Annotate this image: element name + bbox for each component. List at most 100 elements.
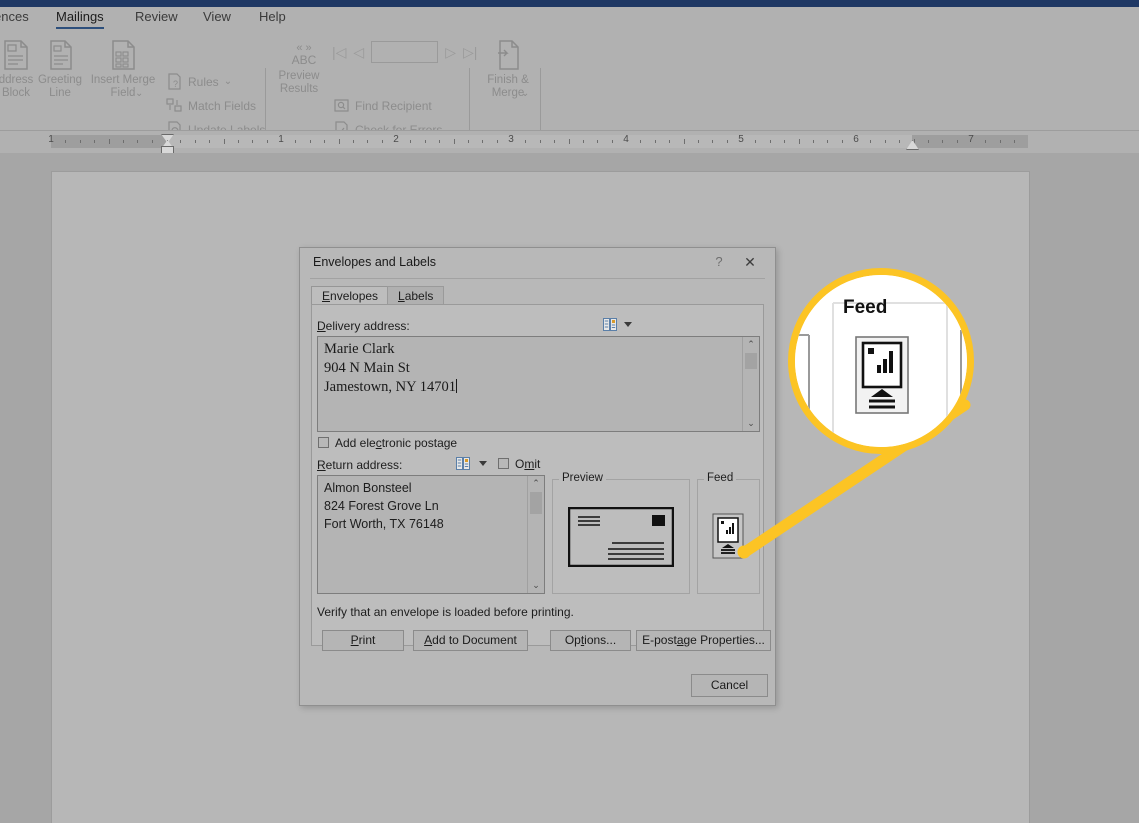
omit-checkbox[interactable] [498, 458, 509, 469]
scroll-down-icon[interactable]: ⌄ [528, 578, 544, 593]
epostage-label-b: ge Properties... [683, 633, 765, 647]
rules-label: Rules [188, 74, 219, 89]
dialog-title: Envelopes and Labels [313, 255, 437, 269]
omit-label: Omit [515, 457, 540, 471]
insert-merge-field-button[interactable]: Insert Merge Field ⌄ [88, 39, 158, 100]
return-scrollbar[interactable]: ⌃ ⌄ [527, 476, 544, 593]
match-fields-button[interactable]: Match Fields [166, 97, 256, 114]
ruler-number: 1 [278, 134, 284, 145]
find-recipient-label: Find Recipient [355, 98, 432, 113]
envelopes-panel: Delivery address: Marie Clark 904 N Main… [311, 305, 771, 651]
magnifier-circle: Feed [788, 268, 974, 454]
return-dropdown-icon[interactable] [479, 461, 487, 466]
chevron-down-icon: ⌄ [223, 76, 233, 87]
ruler-number: 7 [968, 134, 974, 145]
ribbon: ddress Block Greeting Line Insert Merge … [0, 32, 1139, 159]
return-label-rest: eturn address: [325, 458, 403, 472]
scroll-up-icon[interactable]: ⌃ [743, 337, 759, 352]
envelopes-and-labels-dialog: Envelopes and Labels ? ✕ Envelopes Label… [299, 247, 776, 706]
preview-results-label: Preview Results [278, 70, 320, 95]
ruler-number: 4 [623, 134, 629, 145]
preview-group-label: Preview [559, 472, 606, 484]
add-electronic-postage-label: Add electronic postage [335, 436, 457, 450]
app-window: ences Mailings Review View Help ddress [0, 0, 1139, 823]
finish-merge-button[interactable]: Finish & Merge ⌄ [476, 39, 540, 100]
address-block-icon [1, 39, 31, 71]
delivery-accel: D [317, 319, 326, 333]
tab-mailings[interactable]: Mailings [56, 9, 104, 29]
add-to-document-button[interactable]: Add to Document [413, 630, 528, 651]
record-number-input[interactable] [371, 41, 439, 63]
window-title-strip [0, 0, 1139, 7]
tab-envelopes-label: nvelopes [330, 289, 379, 303]
greeting-line-icon [45, 39, 75, 71]
epostage-accel: a [676, 633, 684, 647]
dialog-title-bar[interactable]: Envelopes and Labels ? ✕ [300, 248, 775, 278]
magnifier-callout: Feed [788, 268, 974, 454]
print-label: rint [358, 633, 376, 647]
next-record-icon[interactable]: ▷ [445, 45, 456, 59]
options-label-b: ions... [584, 633, 617, 647]
rules-button[interactable]: ? Rules ⌄ [166, 73, 232, 90]
postage-label-a: Add ele [335, 436, 376, 450]
omit-label-b: it [534, 457, 541, 471]
delivery-scrollbar[interactable]: ⌃ ⌄ [742, 337, 759, 431]
preview-abc-icon: « » ABC [284, 39, 317, 67]
delivery-address-value: Marie Clark 904 N Main St Jamestown, NY … [324, 340, 739, 397]
envelope-preview-image [567, 506, 675, 568]
add-label: dd to Document [432, 633, 517, 647]
scroll-thumb[interactable] [530, 492, 542, 514]
previous-record-icon[interactable]: ◁ [353, 45, 364, 59]
magnified-feed-label: Feed [843, 297, 888, 318]
close-icon[interactable]: ✕ [741, 253, 759, 271]
options-label-a: Op [564, 633, 581, 647]
return-address-input[interactable]: Almon Bonsteel 824 Forest Grove Ln Fort … [317, 475, 545, 594]
tab-review[interactable]: Review [135, 9, 178, 24]
tab-envelopes-accel: E [322, 289, 331, 303]
tab-view[interactable]: View [203, 9, 231, 24]
dialog-title-divider [310, 278, 765, 279]
horizontal-ruler[interactable]: 1 1 2 3 4 5 6 7 [0, 131, 1139, 155]
preview-results-button[interactable]: « » ABC Preview Results [267, 39, 331, 96]
scroll-thumb[interactable] [745, 353, 757, 369]
tab-envelopes[interactable]: Envelopes [311, 286, 390, 305]
find-recipient-button[interactable]: Find Recipient [333, 97, 432, 114]
add-electronic-postage-checkbox[interactable] [318, 437, 329, 448]
print-button[interactable]: Print [322, 630, 404, 651]
delivery-address-input[interactable]: Marie Clark 904 N Main St Jamestown, NY … [317, 336, 760, 432]
find-recipient-icon [333, 97, 350, 114]
chevron-down-icon: ⌄ [521, 88, 530, 99]
ruler-number: 6 [853, 134, 859, 145]
cancel-button[interactable]: Cancel [691, 674, 768, 697]
omit-label-a: O [515, 457, 525, 471]
tab-references[interactable]: ences [0, 9, 29, 24]
ruler-number: 5 [738, 134, 744, 145]
scroll-up-icon[interactable]: ⌃ [528, 476, 544, 491]
first-record-icon[interactable]: |◁ [332, 45, 346, 59]
greeting-line-label: Greeting Line [37, 74, 83, 99]
printer-note: Verify that an envelope is loaded before… [317, 605, 574, 619]
return-address-label: Return address: [317, 458, 402, 472]
ruler-number: 2 [393, 134, 399, 145]
delivery-address-text: Marie Clark 904 N Main St Jamestown, NY … [324, 341, 456, 395]
scroll-down-icon[interactable]: ⌄ [743, 416, 759, 431]
delivery-dropdown-icon[interactable] [624, 322, 632, 327]
tab-help[interactable]: Help [259, 9, 286, 24]
tab-labels-accel: L [398, 289, 405, 303]
greeting-line-button[interactable]: Greeting Line [28, 39, 92, 100]
rules-icon: ? [166, 73, 183, 90]
feed-method-image[interactable] [712, 513, 744, 559]
epostage-properties-button[interactable]: E-postage Properties... [636, 630, 771, 651]
help-icon[interactable]: ? [710, 253, 728, 271]
tab-labels[interactable]: Labels [387, 286, 445, 305]
return-address-book-icon[interactable] [456, 457, 471, 470]
return-accel: R [317, 458, 326, 472]
svg-text:ABC: ABC [292, 53, 317, 67]
delivery-address-label: Delivery address: [317, 319, 410, 333]
feed-group-label: Feed [704, 472, 737, 484]
ruler-number: 1 [48, 134, 54, 145]
print-accel: P [350, 633, 359, 647]
options-button[interactable]: Options... [550, 630, 631, 651]
ruler-number: 3 [508, 134, 514, 145]
address-book-icon[interactable] [603, 318, 618, 331]
